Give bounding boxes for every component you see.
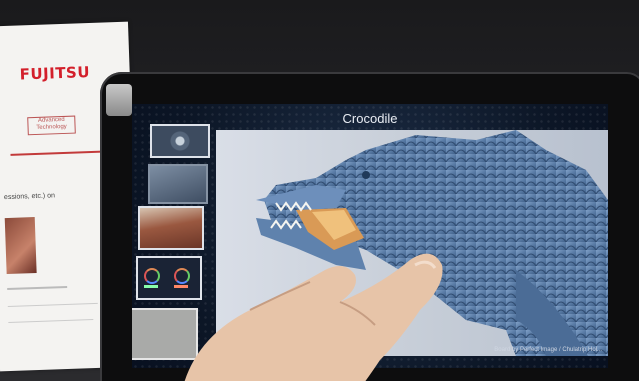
fujitsu-logo: FUJITSU (19, 63, 91, 84)
thumbnail-2[interactable] (148, 164, 208, 204)
leaflet-tag: Advanced Technology (27, 115, 76, 136)
leaflet-image (4, 217, 37, 275)
photo-scene: FUJITSU Advanced Technology essions, etc… (0, 0, 639, 381)
thumbnail-1[interactable] (150, 124, 210, 158)
hand-illustration (184, 253, 443, 381)
leaflet-divider (10, 150, 106, 156)
tablet-clip (106, 84, 132, 116)
leaflet-rule (8, 319, 94, 324)
photo-credit: Board by Perfect Image / Chulatrip Hol..… (494, 347, 602, 353)
leaflet-text: essions, etc.) on (3, 192, 56, 202)
leaflet-rule (7, 302, 98, 308)
leaflet-rule (7, 285, 68, 291)
